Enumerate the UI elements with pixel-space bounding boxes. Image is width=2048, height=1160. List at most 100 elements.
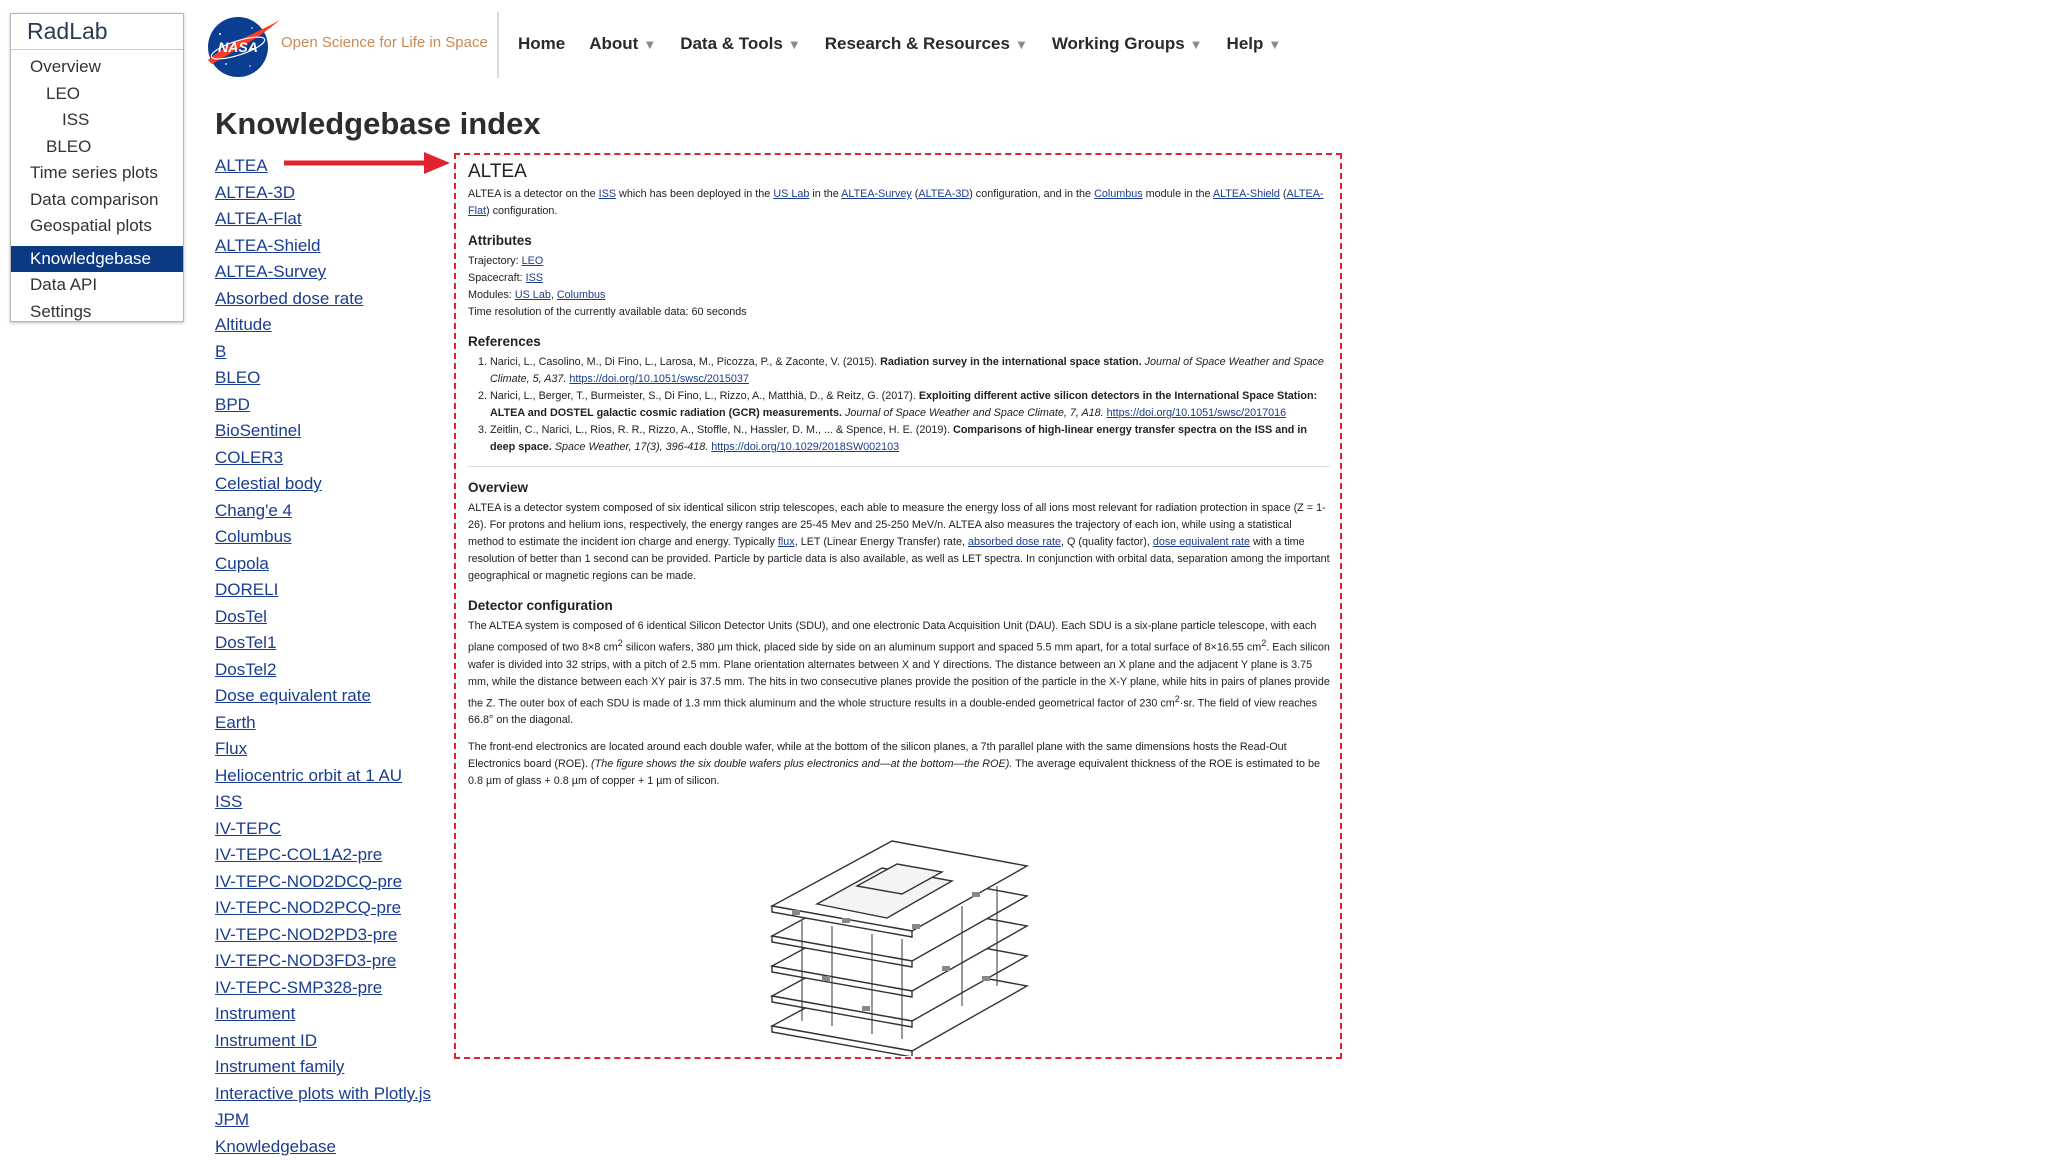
kb-entry-link[interactable]: IV-TEPC-NOD3FD3-pre: [215, 951, 396, 970]
link-columbus[interactable]: Columbus: [1094, 188, 1143, 200]
kb-entry-link[interactable]: Interactive plots with Plotly.js: [215, 1084, 431, 1103]
kb-entry-link[interactable]: Altitude: [215, 315, 272, 334]
kb-entry-link[interactable]: BLEO: [215, 368, 260, 387]
kb-entry-link[interactable]: DosTel2: [215, 660, 276, 679]
kb-entry: DORELI: [215, 577, 431, 604]
nav-iss[interactable]: ISS: [11, 107, 183, 134]
kb-entry-link[interactable]: B: [215, 342, 226, 361]
reference-doi-link[interactable]: https://doi.org/10.1029/2018SW002103: [711, 441, 899, 453]
attributes-heading: Attributes: [468, 232, 1330, 249]
nav-knowledgebase[interactable]: Knowledgebase: [11, 246, 183, 273]
link-us-lab-attr[interactable]: US Lab: [515, 289, 551, 301]
reference-doi-link[interactable]: https://doi.org/10.1051/swsc/2017016: [1107, 407, 1286, 419]
kb-entry-link[interactable]: Flux: [215, 739, 247, 758]
kb-entry-link[interactable]: ALTEA: [215, 156, 268, 175]
kb-entry: IV-TEPC-NOD3FD3-pre: [215, 948, 431, 975]
kb-entry-link[interactable]: IV-TEPC: [215, 819, 281, 838]
link-iss-attr[interactable]: ISS: [526, 272, 543, 284]
nav-time-series-plots[interactable]: Time series plots: [11, 160, 183, 187]
kb-entry-link[interactable]: ALTEA-Shield: [215, 236, 321, 255]
kb-entry-link[interactable]: IV-TEPC-COL1A2-pre: [215, 845, 382, 864]
nav-research-resources[interactable]: Research & Resources▼: [825, 34, 1028, 54]
nav-data-comparison[interactable]: Data comparison: [11, 187, 183, 214]
nav-data-tools[interactable]: Data & Tools▼: [680, 34, 801, 54]
kb-entry: Knowledgebase: [215, 1134, 431, 1160]
detail-intro: ALTEA is a detector on the ISS which has…: [468, 186, 1330, 220]
kb-entry-link[interactable]: IV-TEPC-NOD2PCQ-pre: [215, 898, 401, 917]
kb-entry-link[interactable]: Instrument: [215, 1004, 295, 1023]
kb-entry-link[interactable]: Absorbed dose rate: [215, 289, 363, 308]
kb-entry-link[interactable]: Earth: [215, 713, 256, 732]
link-us-lab[interactable]: US Lab: [773, 188, 809, 200]
kb-entry: Columbus: [215, 524, 431, 551]
kb-entry-link[interactable]: Cupola: [215, 554, 269, 573]
kb-entry-link[interactable]: Instrument ID: [215, 1031, 317, 1050]
nasa-logo[interactable]: NASA: [206, 14, 282, 80]
knowledgebase-index-list: ALTEA ALTEA-3D ALTEA-Flat ALTEA-Shield ALTEA…: [215, 153, 431, 1160]
nav-geospatial-plots[interactable]: Geospatial plots: [11, 213, 183, 240]
kb-entry-link[interactable]: JPM: [215, 1110, 249, 1129]
kb-entry: Instrument ID: [215, 1028, 431, 1055]
kb-entry-link[interactable]: Dose equivalent rate: [215, 686, 371, 705]
link-flux[interactable]: flux: [778, 536, 795, 548]
link-altea-3d[interactable]: ALTEA-3D: [918, 188, 969, 200]
kb-entry: B: [215, 339, 431, 366]
nav-data-api[interactable]: Data API: [11, 272, 183, 299]
kb-entry-link[interactable]: BioSentinel: [215, 421, 301, 440]
caret-down-icon: ▼: [1015, 37, 1028, 52]
red-arrow-icon: [280, 150, 452, 176]
kb-entry-link[interactable]: IV-TEPC-NOD2DCQ-pre: [215, 872, 402, 891]
kb-entry-link[interactable]: Columbus: [215, 527, 292, 546]
kb-entry-link[interactable]: Heliocentric orbit at 1 AU: [215, 766, 402, 785]
nav-home[interactable]: Home: [518, 34, 565, 54]
link-absorbed-dose-rate[interactable]: absorbed dose rate: [968, 536, 1061, 548]
site-tagline: Open Science for Life in Space: [281, 34, 488, 51]
kb-entry-link[interactable]: ALTEA-Flat: [215, 209, 302, 228]
kb-entry-link[interactable]: DORELI: [215, 580, 278, 599]
page-title: Knowledgebase index: [215, 106, 541, 142]
attr-modules: Modules: US Lab, Columbus: [468, 287, 1330, 304]
link-columbus-attr[interactable]: Columbus: [557, 289, 606, 301]
kb-entry-link[interactable]: Knowledgebase: [215, 1137, 336, 1156]
kb-entry-link[interactable]: Chang'e 4: [215, 501, 292, 520]
kb-entry-link[interactable]: DosTel1: [215, 633, 276, 652]
nav-leo[interactable]: LEO: [11, 81, 183, 108]
kb-entry: Instrument family: [215, 1054, 431, 1081]
kb-entry-link[interactable]: ISS: [215, 792, 242, 811]
detector-text-2: The front-end electronics are located ar…: [468, 739, 1330, 790]
kb-entry: ISS: [215, 789, 431, 816]
kb-entry: Instrument: [215, 1001, 431, 1028]
kb-entry-link[interactable]: DosTel: [215, 607, 267, 626]
reference-doi-link[interactable]: https://doi.org/10.1051/swsc/2015037: [569, 373, 748, 385]
reference-item: Narici, L., Berger, T., Burmeister, S., …: [490, 388, 1330, 422]
nav-bleo[interactable]: BLEO: [11, 134, 183, 161]
link-altea-shield[interactable]: ALTEA-Shield: [1213, 188, 1280, 200]
radlab-panel: RadLab Overview LEO ISS BLEO Time series…: [10, 13, 184, 322]
kb-entry-link[interactable]: COLER3: [215, 448, 283, 467]
kb-entry: IV-TEPC: [215, 816, 431, 843]
nav-overview[interactable]: Overview: [11, 54, 183, 81]
kb-entry-link[interactable]: Instrument family: [215, 1057, 344, 1076]
kb-entry: Dose equivalent rate: [215, 683, 431, 710]
kb-entry-link[interactable]: ALTEA-Survey: [215, 262, 326, 281]
kb-entry-link[interactable]: Celestial body: [215, 474, 322, 493]
link-iss[interactable]: ISS: [599, 188, 616, 200]
kb-entry: BPD: [215, 392, 431, 419]
kb-entry: IV-TEPC-NOD2DCQ-pre: [215, 869, 431, 896]
nav-settings[interactable]: Settings: [11, 299, 183, 326]
link-leo[interactable]: LEO: [522, 255, 544, 267]
nav-about[interactable]: About▼: [589, 34, 656, 54]
caret-down-icon: ▼: [1268, 37, 1281, 52]
kb-entry-link[interactable]: BPD: [215, 395, 250, 414]
detail-title: ALTEA: [468, 163, 1330, 180]
kb-entry: DosTel1: [215, 630, 431, 657]
kb-entry-link[interactable]: ALTEA-3D: [215, 183, 295, 202]
link-altea-survey[interactable]: ALTEA-Survey: [841, 188, 912, 200]
kb-entry: DosTel2: [215, 657, 431, 684]
nav-help[interactable]: Help▼: [1227, 34, 1282, 54]
kb-entry-link[interactable]: IV-TEPC-SMP328-pre: [215, 978, 382, 997]
kb-entry-link[interactable]: IV-TEPC-NOD2PD3-pre: [215, 925, 397, 944]
nav-working-groups[interactable]: Working Groups▼: [1052, 34, 1203, 54]
detector-text-1: The ALTEA system is composed of 6 identi…: [468, 618, 1330, 729]
link-dose-equivalent-rate[interactable]: dose equivalent rate: [1153, 536, 1250, 548]
